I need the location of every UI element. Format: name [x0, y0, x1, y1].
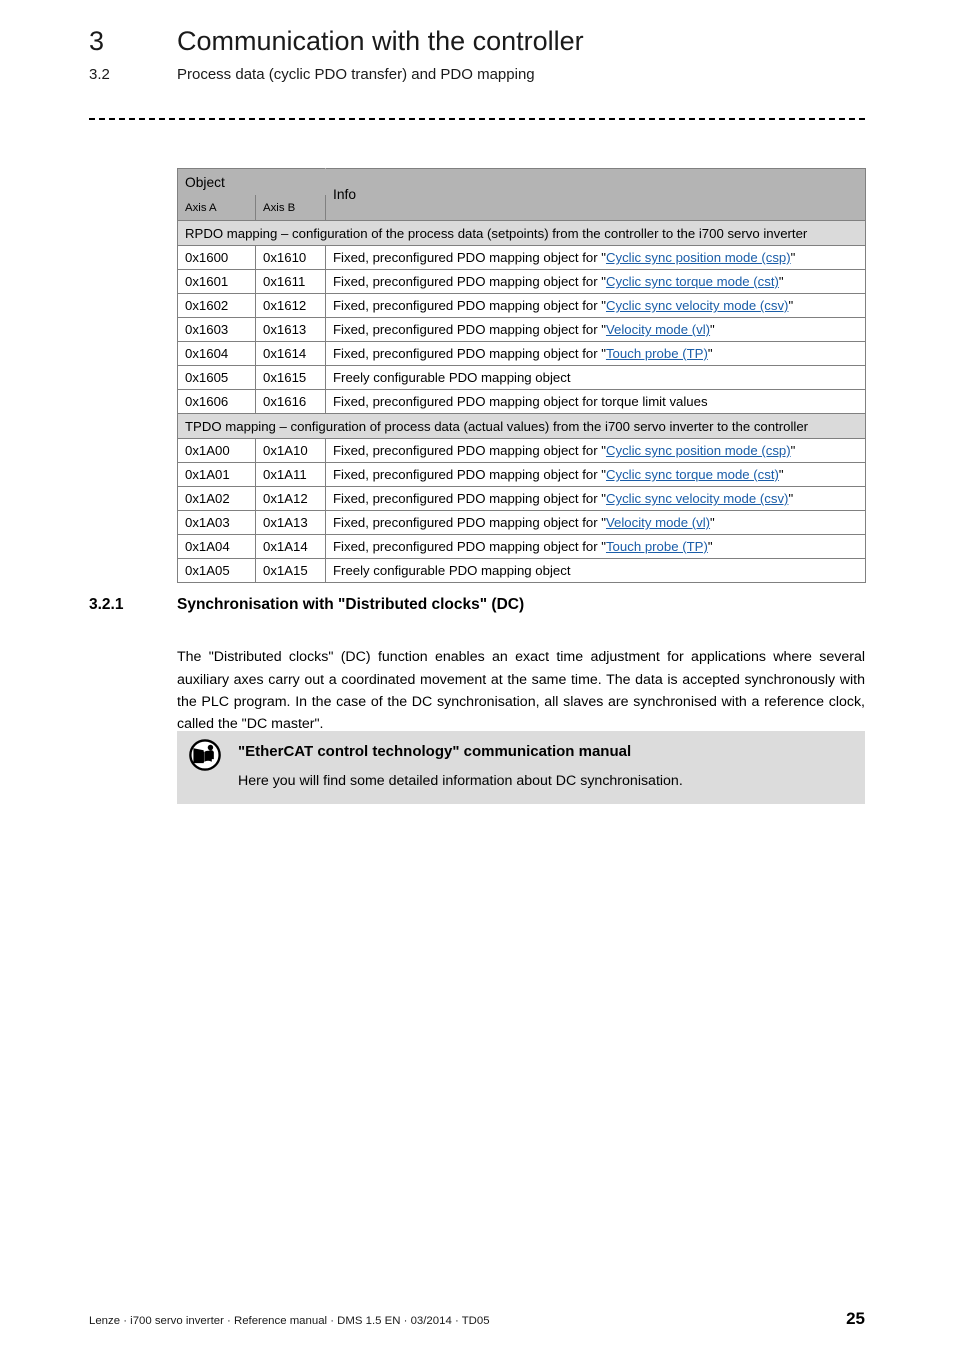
table-row: 0x1603 0x1613 Fixed, preconfigured PDO map… — [177, 317, 866, 342]
cell-info: Fixed, preconfigured PDO mapping object … — [325, 317, 866, 342]
cell-info: Fixed, preconfigured PDO mapping object … — [325, 438, 866, 463]
page-number: 25 — [846, 1309, 865, 1328]
table-group-caption: RPDO mapping – configuration of the proc… — [177, 220, 866, 246]
cell-axis-a: 0x1A01 — [177, 462, 256, 487]
table-header: Object Info Axis A Axis B — [177, 168, 866, 221]
footer-text: Lenze · i700 servo inverter · Reference … — [89, 1315, 490, 1327]
cell-axis-b: 0x1610 — [255, 245, 326, 270]
cell-axis-b: 0x1A15 — [255, 558, 326, 583]
info-cross-reference-link[interactable]: Velocity mode (vl) — [606, 322, 710, 337]
cell-info: Fixed, preconfigured PDO mapping object … — [325, 269, 866, 294]
cell-info: Fixed, preconfigured PDO mapping object … — [325, 341, 866, 366]
info-cross-reference-link[interactable]: Cyclic sync position mode (csp) — [606, 443, 791, 458]
cell-info: Fixed, preconfigured PDO mapping object … — [325, 389, 866, 414]
cell-axis-b: 0x1615 — [255, 365, 326, 390]
info-cross-reference-link[interactable]: Cyclic sync torque mode (cst) — [606, 467, 779, 482]
cell-axis-a: 0x1604 — [177, 341, 256, 366]
cell-axis-b: 0x1A13 — [255, 510, 326, 535]
cell-axis-b: 0x1A12 — [255, 486, 326, 511]
cell-axis-a: 0x1606 — [177, 389, 256, 414]
table-row: 0x1A00 0x1A10 Fixed, preconfigured PDO map… — [177, 438, 866, 463]
subsection-title: Synchronisation with "Distributed clocks… — [177, 596, 525, 613]
section-heading: 3.2 Process data (cyclic PDO transfer) a… — [89, 65, 865, 84]
cell-axis-a: 0x1605 — [177, 365, 256, 390]
cell-axis-a: 0x1A00 — [177, 438, 256, 463]
header-divider — [89, 118, 865, 120]
cell-info: Fixed, preconfigured PDO mapping object … — [325, 486, 866, 511]
cell-info: Freely configurable PDO mapping object — [325, 365, 866, 390]
info-cross-reference-link[interactable]: Cyclic sync velocity mode (csv) — [606, 491, 788, 506]
info-cross-reference-link[interactable]: Velocity mode (vl) — [606, 515, 710, 530]
cell-axis-b: 0x1614 — [255, 341, 326, 366]
cell-info: Fixed, preconfigured PDO mapping object … — [325, 293, 866, 318]
column-header-info: Info — [325, 168, 866, 221]
table-row: 0x1A01 0x1A11 Fixed, preconfigured PDO map… — [177, 462, 866, 487]
chapter-number: 3 — [89, 26, 105, 56]
note-title: "EtherCAT control technology" communicat… — [238, 743, 632, 760]
documentation-reference-icon — [188, 738, 222, 772]
table-row: 0x1605 0x1615 Freely configurable PDO mapp… — [177, 365, 866, 390]
table-row: 0x1604 0x1614 Fixed, preconfigured PDO map… — [177, 341, 866, 366]
documentation-note-box: "EtherCAT control technology" communicat… — [177, 731, 865, 804]
info-cross-reference-link[interactable]: Cyclic sync torque mode (cst) — [606, 274, 779, 289]
subsection-heading: 3.2.1 Synchronisation with "Distributed … — [89, 596, 865, 614]
cell-axis-b: 0x1A14 — [255, 534, 326, 559]
cell-axis-b: 0x1612 — [255, 293, 326, 318]
column-header-axis-b: Axis B — [255, 195, 326, 221]
table-row: 0x1600 0x1610 Fixed, preconfigured PDO map… — [177, 245, 866, 270]
cell-axis-a: 0x1602 — [177, 293, 256, 318]
pdo-mapping-table: Object Info Axis A Axis B RPDO mapping –… — [177, 168, 866, 583]
table-group-caption-row: RPDO mapping – configuration of the proc… — [177, 220, 866, 246]
cell-info: Fixed, preconfigured PDO mapping object … — [325, 510, 866, 535]
cell-axis-a: 0x1601 — [177, 269, 256, 294]
cell-axis-a: 0x1A04 — [177, 534, 256, 559]
section-number: 3.2 — [89, 66, 110, 83]
cell-info: Fixed, preconfigured PDO mapping object … — [325, 245, 866, 270]
table-row: 0x1A03 0x1A13 Fixed, preconfigured PDO map… — [177, 510, 866, 535]
cell-axis-a: 0x1A02 — [177, 486, 256, 511]
table-group-caption: TPDO mapping – configuration of process … — [177, 413, 866, 439]
subsection-number: 3.2.1 — [89, 596, 124, 613]
table-header-row-top: Object Info — [177, 168, 866, 221]
table-row: 0x1A04 0x1A14 Fixed, preconfigured PDO map… — [177, 534, 866, 559]
column-header-axis-a: Axis A — [177, 195, 256, 221]
page-header: 3 Communication with the controller 3.2 … — [89, 24, 865, 84]
cell-axis-a: 0x1603 — [177, 317, 256, 342]
cell-axis-a: 0x1A05 — [177, 558, 256, 583]
body-paragraph: The "Distributed clocks" (DC) function e… — [177, 649, 865, 733]
info-cross-reference-link[interactable]: Touch probe (TP) — [606, 539, 708, 554]
cell-info: Fixed, preconfigured PDO mapping object … — [325, 534, 866, 559]
table-row: 0x1601 0x1611 Fixed, preconfigured PDO map… — [177, 269, 866, 294]
note-text: Here you will find some detailed informa… — [238, 773, 683, 789]
page-footer: Lenze · i700 servo inverter · Reference … — [89, 1309, 865, 1329]
info-cross-reference-link[interactable]: Touch probe (TP) — [606, 346, 708, 361]
cell-axis-b: 0x1A10 — [255, 438, 326, 463]
table-row: 0x1A02 0x1A12 Fixed, preconfigured PDO map… — [177, 486, 866, 511]
table-body: RPDO mapping – configuration of the proc… — [177, 220, 866, 583]
table-row: 0x1A05 0x1A15 Freely configurable PDO mapp… — [177, 558, 866, 583]
cell-axis-b: 0x1613 — [255, 317, 326, 342]
info-cross-reference-link[interactable]: Cyclic sync position mode (csp) — [606, 250, 791, 265]
section-title: Process data (cyclic PDO transfer) and P… — [177, 66, 535, 83]
cell-axis-b: 0x1A11 — [255, 462, 326, 487]
column-header-object: Object — [177, 168, 326, 195]
chapter-title: Communication with the controller — [177, 26, 584, 56]
cell-axis-a: 0x1600 — [177, 245, 256, 270]
cell-info: Freely configurable PDO mapping object — [325, 558, 866, 583]
cell-axis-b: 0x1611 — [255, 269, 326, 294]
cell-axis-a: 0x1A03 — [177, 510, 256, 535]
document-page: 3 Communication with the controller 3.2 … — [0, 0, 954, 1350]
cell-axis-b: 0x1616 — [255, 389, 326, 414]
table-group-caption-row: TPDO mapping – configuration of process … — [177, 413, 866, 439]
info-cross-reference-link[interactable]: Cyclic sync velocity mode (csv) — [606, 298, 788, 313]
cell-info: Fixed, preconfigured PDO mapping object … — [325, 462, 866, 487]
table-row: 0x1606 0x1616 Fixed, preconfigured PDO map… — [177, 389, 866, 414]
table-row: 0x1602 0x1612 Fixed, preconfigured PDO map… — [177, 293, 866, 318]
chapter-heading: 3 Communication with the controller — [89, 24, 865, 58]
